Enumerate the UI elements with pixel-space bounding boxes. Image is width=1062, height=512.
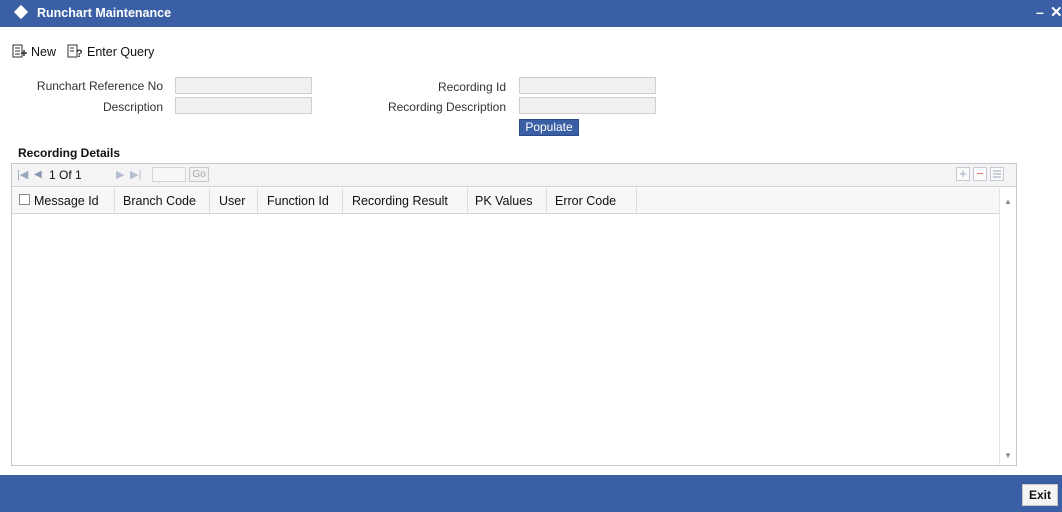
column-divider <box>257 188 258 213</box>
col-error-code[interactable]: Error Code <box>555 194 616 208</box>
col-pk-values[interactable]: PK Values <box>475 194 532 208</box>
column-divider <box>114 188 115 213</box>
new-button-label: New <box>31 44 57 59</box>
column-divider <box>342 188 343 213</box>
plus-icon: + <box>959 166 967 181</box>
new-document-icon <box>12 44 27 58</box>
toolbar: New ? Enter Query <box>0 27 1062 63</box>
enter-query-button[interactable]: ? Enter Query <box>67 44 154 59</box>
description-field[interactable] <box>175 97 312 114</box>
col-recording-result[interactable]: Recording Result <box>352 194 448 208</box>
grid-vertical-scrollbar[interactable]: ▲ ▼ <box>999 188 1016 465</box>
close-button[interactable]: ✕ <box>1050 3 1062 21</box>
description-label: Description <box>102 100 163 114</box>
recording-id-field[interactable] <box>519 77 656 94</box>
col-branch-code[interactable]: Branch Code <box>123 194 196 208</box>
window-titlebar: Runchart Maintenance – ✕ <box>0 0 1062 27</box>
col-function-id[interactable]: Function Id <box>267 194 329 208</box>
prev-page-icon[interactable]: ◀ <box>34 169 42 180</box>
page-number-input[interactable] <box>152 167 186 182</box>
recording-id-label: Recording Id <box>437 80 506 94</box>
column-divider <box>636 188 637 213</box>
enter-query-button-label: Enter Query <box>87 44 155 59</box>
last-page-icon[interactable]: ▶| <box>130 168 141 181</box>
populate-button[interactable]: Populate <box>519 119 579 136</box>
scroll-up-icon[interactable]: ▲ <box>1004 197 1012 206</box>
recording-details-grid: |◀ ◀ 1 Of 1 ▶ ▶| Go + − Message Id Branc… <box>11 163 1017 466</box>
next-page-icon[interactable]: ▶ <box>116 168 124 181</box>
ref-no-label: Runchart Reference No <box>36 79 163 93</box>
add-row-button[interactable]: + <box>956 167 970 181</box>
diamond-icon <box>13 4 29 20</box>
column-divider <box>546 188 547 213</box>
recording-description-field[interactable] <box>519 97 656 114</box>
exit-button[interactable]: Exit <box>1022 484 1058 506</box>
select-all-checkbox[interactable] <box>19 194 30 205</box>
single-view-button[interactable] <box>990 167 1004 181</box>
grid-pager: |◀ ◀ 1 Of 1 ▶ ▶| Go + − <box>12 164 1016 187</box>
grid-header: Message Id Branch Code User Function Id … <box>12 188 1000 214</box>
window-title: Runchart Maintenance <box>37 6 172 20</box>
query-icon: ? <box>67 44 83 59</box>
recording-details-title: Recording Details <box>18 146 121 160</box>
first-page-icon[interactable]: |◀ <box>17 168 28 181</box>
go-button[interactable]: Go <box>189 167 209 182</box>
col-message-id[interactable]: Message Id <box>34 194 99 208</box>
col-user[interactable]: User <box>219 194 245 208</box>
ref-no-field[interactable] <box>175 77 312 94</box>
column-divider <box>467 188 468 213</box>
scroll-down-icon[interactable]: ▼ <box>1004 451 1012 460</box>
page-indicator: 1 Of 1 <box>49 168 82 182</box>
delete-row-button[interactable]: − <box>973 167 987 181</box>
new-button[interactable]: New <box>12 44 56 59</box>
list-view-icon <box>993 170 1001 178</box>
column-divider <box>209 188 210 213</box>
footer-bar <box>0 475 1062 512</box>
minimize-button[interactable]: – <box>1036 4 1044 20</box>
minus-icon: − <box>976 166 984 181</box>
svg-text:?: ? <box>76 48 83 59</box>
recording-description-label: Recording Description <box>387 100 506 114</box>
